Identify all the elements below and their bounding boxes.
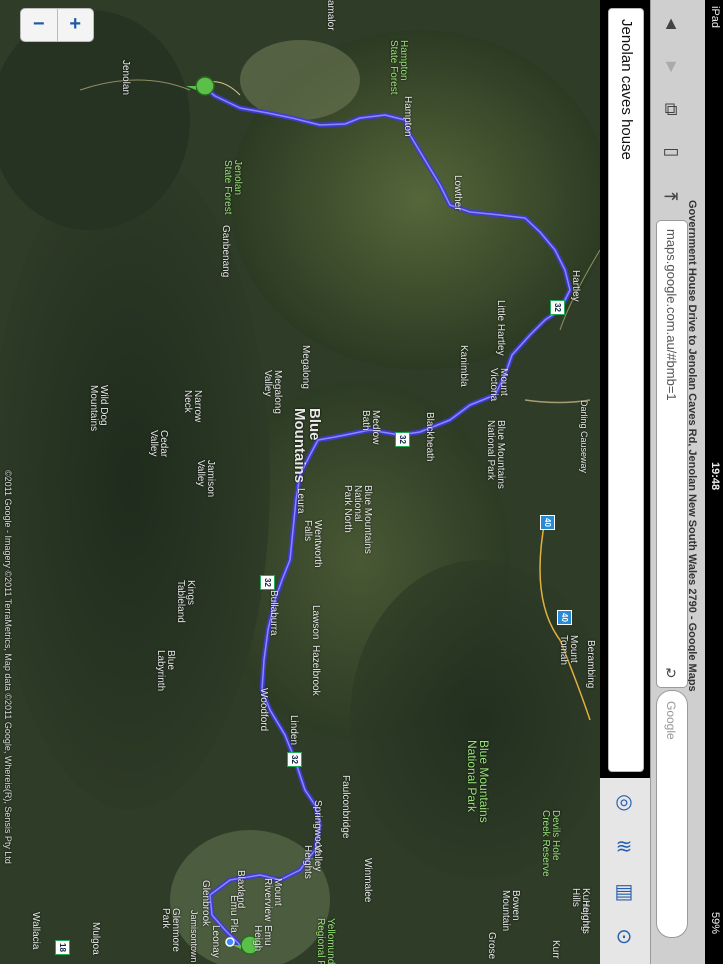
route-shield: 18	[55, 940, 70, 955]
tabs-icon[interactable]: ⧉	[660, 98, 682, 120]
map-label: Blue Mountains National Park	[465, 740, 491, 823]
map-label: Hampton	[402, 96, 413, 137]
zoom-out-button[interactable]: −	[21, 9, 57, 41]
screen: amalor Jenolan Hampton State Forest Hamp…	[0, 0, 723, 964]
zoom-control: − +	[20, 8, 94, 42]
map-label: Kanimbla	[458, 345, 469, 387]
map-label: Megalong Valley	[262, 370, 283, 414]
device-name: iPad	[709, 6, 721, 29]
map-label: Heights	[580, 900, 591, 934]
map-label: Kurr	[550, 940, 561, 959]
map-label: Jamison Valley	[195, 460, 216, 498]
map-label: Hampton State Forest	[388, 40, 409, 95]
maps-tool-bar: ◎ ≋ ▤ ⊙	[600, 778, 650, 964]
map-label: Bowen Mountain	[500, 890, 521, 932]
map-label: Lowther	[452, 175, 463, 211]
url-text: maps.google.com.au/#bmb=1	[664, 229, 679, 401]
list-icon[interactable]: ▤	[610, 878, 638, 906]
map-label: Leonay	[210, 925, 221, 958]
map-label: Mount Riverview	[262, 878, 283, 922]
maps-search-text: Jenolan caves house	[618, 19, 635, 160]
bookmarks-icon[interactable]: ▭	[660, 140, 682, 162]
map-label: Woodford	[258, 688, 269, 732]
maps-search-input[interactable]: Jenolan caves house	[608, 8, 644, 772]
route-shield: 32	[395, 432, 410, 447]
map-label: Devils Hole Creek Reserve	[540, 810, 561, 877]
menu-icon[interactable]: ⊙	[610, 923, 638, 951]
layers-icon[interactable]: ≋	[610, 833, 638, 861]
map-label: Mount Tomah	[558, 635, 579, 666]
map-label: Ganbenang	[220, 225, 231, 278]
map-label: Wild Dog Mountains	[88, 385, 109, 432]
map-label: Kings Tableland	[175, 580, 196, 623]
map-label: Narrow Neck	[182, 390, 203, 423]
map-label: Hartley	[570, 270, 581, 302]
reload-icon[interactable]: ↻	[660, 662, 682, 684]
map-label: amalor	[325, 0, 336, 31]
route-shield: 40	[557, 610, 572, 625]
map-label: Hazelbrook	[310, 645, 321, 696]
status-bar: iPad 19:48 59%	[705, 0, 723, 964]
route-shield: 32	[550, 300, 565, 315]
route-shield: 32	[260, 575, 275, 590]
map-label: Bullaburra	[268, 590, 279, 636]
map-label: Jamisontown	[189, 910, 199, 963]
map-label: Mulgoa	[90, 922, 101, 955]
map-label: Valley Heights	[302, 845, 323, 879]
map-label: Faulconbridge	[340, 775, 351, 839]
map-label: Berambing	[585, 640, 596, 689]
map-label: Glenmore Park	[160, 908, 181, 952]
map-label: Little Hartley	[495, 300, 506, 356]
map-label: Linden	[288, 715, 299, 746]
map-label: Winmalee	[362, 858, 373, 903]
map-label: Blue Labyrinth	[155, 650, 176, 692]
battery-level: 59%	[709, 912, 721, 935]
map-label: Emu Pla	[228, 895, 239, 933]
my-location-icon[interactable]: ◎	[610, 788, 638, 816]
zoom-in-button[interactable]: +	[56, 9, 94, 41]
google-search-field[interactable]: Google	[656, 690, 688, 938]
map-label: Medlow Bath	[360, 410, 381, 445]
map-canvas[interactable]: amalor Jenolan Hampton State Forest Hamp…	[0, 0, 600, 964]
map-label: Emu Heigh	[252, 925, 273, 952]
map-label: Cedar Valley	[148, 430, 169, 458]
share-icon[interactable]: ⇥	[660, 185, 682, 207]
map-label: Wentworth Falls	[302, 520, 323, 568]
map-label: Jenolan	[120, 60, 131, 96]
map-label: Mount Victoria	[488, 368, 509, 402]
map-label: Yellomund Regional P	[315, 918, 336, 964]
map-label: Blue Mountains National Park	[485, 420, 506, 489]
map-label: Wallacia	[30, 912, 41, 950]
map-label: Lawson	[310, 605, 321, 640]
map-label: Blue Mountains	[291, 408, 323, 483]
my-location-dot	[225, 937, 235, 947]
map-label: Megalong	[300, 345, 311, 389]
route-shield: 40	[540, 515, 555, 530]
map-label: Jenolan State Forest	[222, 160, 243, 215]
route-shield: 32	[287, 752, 302, 767]
map-label: Blue Mountains National Park North	[342, 485, 373, 554]
map-label: Leura	[295, 488, 306, 514]
map-label: Grose	[486, 932, 497, 960]
url-field[interactable]: maps.google.com.au/#bmb=1	[656, 220, 688, 688]
map-copyright: ©2011 Google - Imagery ©2011 TerraMetric…	[3, 470, 13, 864]
map-label: Darling Causeway	[579, 400, 589, 474]
map-label: Blackheath	[424, 412, 435, 462]
forward-icon[interactable]: ▼	[660, 55, 682, 77]
map-label: Glenbrook	[200, 880, 211, 927]
google-search-placeholder: Google	[664, 701, 678, 740]
back-icon[interactable]: ▲	[660, 12, 682, 34]
clock: 19:48	[709, 462, 721, 491]
